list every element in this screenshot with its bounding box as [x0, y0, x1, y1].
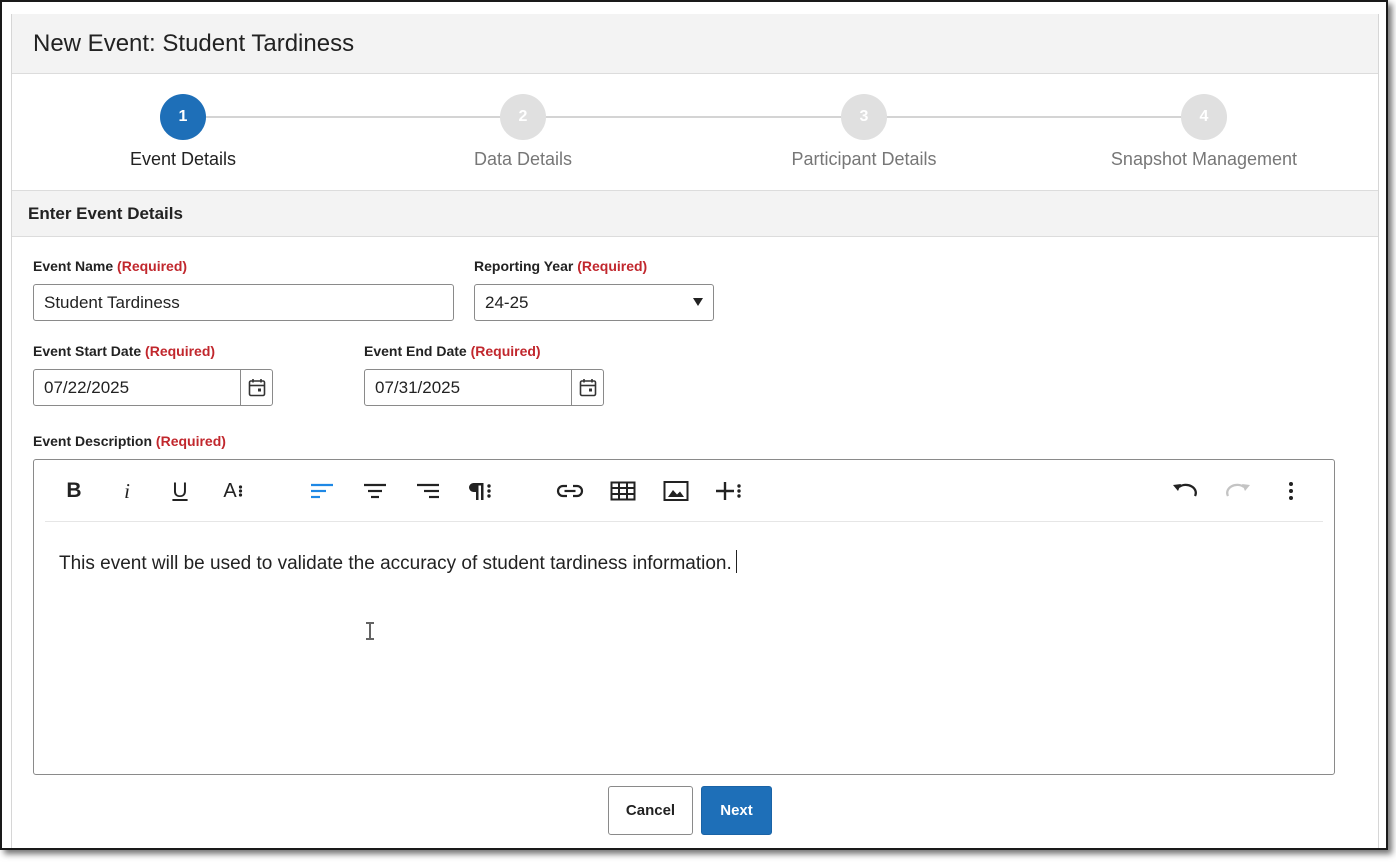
table-icon[interactable] — [607, 475, 639, 507]
stepper: 1 Event Details 2 Data Details 3 Partici… — [12, 74, 1378, 191]
start-date-input[interactable]: 07/22/2025 — [33, 369, 273, 406]
italic-icon[interactable]: i — [111, 475, 143, 507]
step-label: Data Details — [473, 149, 573, 169]
more-options-icon[interactable] — [1275, 475, 1307, 507]
link-icon[interactable] — [554, 475, 586, 507]
rich-text-editor[interactable]: B i U A This event will be used to valid… — [33, 459, 1335, 775]
step-number: 1 — [160, 94, 206, 140]
mouse-cursor-icon — [365, 622, 375, 645]
required-indicator: (Required) — [470, 343, 541, 359]
step-event-details[interactable]: 1 Event Details — [83, 94, 283, 170]
redo-icon[interactable] — [1222, 475, 1254, 507]
section-header: Enter Event Details — [12, 191, 1378, 237]
end-date-label: Event End Date (Required) — [364, 343, 541, 359]
step-number: 2 — [500, 94, 546, 140]
description-text: This event will be used to validate the … — [59, 553, 732, 574]
step-label: Event Details — [129, 149, 237, 169]
step-label: Snapshot Management — [1110, 149, 1298, 169]
editor-content[interactable]: This event will be used to validate the … — [59, 550, 737, 575]
next-button[interactable]: Next — [701, 786, 772, 835]
required-indicator: (Required) — [577, 258, 648, 274]
font-size-icon[interactable]: A — [217, 475, 249, 507]
stepper-line — [183, 116, 1205, 118]
dialog: New Event: Student Tardiness 1 Event Det… — [11, 14, 1379, 848]
section-title: Enter Event Details — [28, 203, 183, 223]
event-name-label: Event Name (Required) — [33, 258, 188, 274]
bold-icon[interactable]: B — [58, 475, 90, 507]
required-indicator: (Required) — [155, 433, 226, 449]
align-center-icon[interactable] — [359, 475, 391, 507]
reporting-year-label: Reporting Year (Required) — [474, 258, 648, 274]
paragraph-format-icon[interactable] — [465, 475, 497, 507]
description-label: Event Description (Required) — [33, 433, 226, 449]
dropdown-arrow-icon — [693, 298, 703, 306]
required-indicator: (Required) — [117, 258, 188, 274]
text-caret — [735, 550, 737, 573]
undo-icon[interactable] — [1169, 475, 1201, 507]
step-data-details[interactable]: 2 Data Details — [423, 94, 623, 170]
step-participant-details[interactable]: 3 Participant Details — [764, 94, 964, 170]
underline-icon[interactable]: U — [164, 475, 196, 507]
end-date-input[interactable]: 07/31/2025 — [364, 369, 604, 406]
insert-more-icon[interactable] — [713, 475, 745, 507]
calendar-icon[interactable] — [571, 370, 603, 405]
step-number: 4 — [1181, 94, 1227, 140]
event-name-input[interactable]: Student Tardiness — [33, 284, 454, 321]
editor-toolbar: B i U A — [45, 460, 1323, 522]
reporting-year-select[interactable]: 24-25 — [474, 284, 714, 321]
step-number: 3 — [841, 94, 887, 140]
image-icon[interactable] — [660, 475, 692, 507]
step-snapshot-management[interactable]: 4 Snapshot Management — [1104, 94, 1304, 170]
start-date-label: Event Start Date (Required) — [33, 343, 216, 359]
required-indicator: (Required) — [145, 343, 216, 359]
page-header: New Event: Student Tardiness — [12, 14, 1378, 74]
align-left-icon[interactable] — [306, 475, 338, 507]
align-right-icon[interactable] — [412, 475, 444, 507]
dialog-frame: New Event: Student Tardiness 1 Event Det… — [0, 0, 1388, 850]
page-title: New Event: Student Tardiness — [33, 29, 355, 57]
calendar-icon[interactable] — [240, 370, 272, 405]
step-label: Participant Details — [791, 149, 937, 169]
cancel-button[interactable]: Cancel — [608, 786, 693, 835]
